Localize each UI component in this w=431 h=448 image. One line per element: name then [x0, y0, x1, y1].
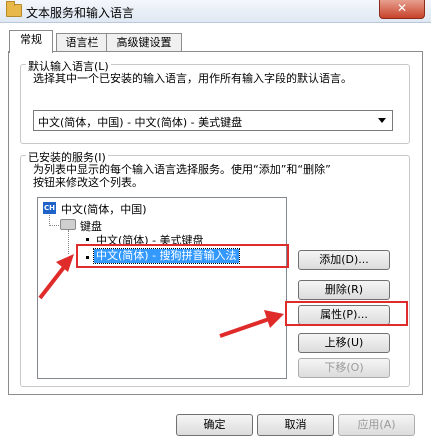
close-button[interactable]: ✕ — [379, 0, 425, 19]
add-button[interactable]: 添加(D)... — [298, 250, 390, 270]
default-language-description: 选择其中一个已安装的输入语言，用作所有输入字段的默认语言。 — [33, 72, 352, 85]
move-down-button[interactable]: 下移(O) — [298, 358, 390, 378]
window-title: 文本服务和输入语言 — [26, 6, 135, 20]
bullet-icon — [86, 238, 89, 241]
highlight-box-properties — [285, 301, 408, 326]
tab-advanced-key-settings[interactable]: 高级键设置 — [106, 33, 182, 52]
keyboard-icon — [60, 219, 76, 230]
highlight-box-selected-item — [76, 244, 289, 268]
tree-connector — [49, 225, 59, 227]
language-badge-icon: CH — [43, 202, 56, 214]
title-bar: 文本服务和输入语言 ✕ — [0, 0, 431, 23]
red-arrow-icon — [219, 310, 284, 338]
red-arrow-icon — [38, 254, 74, 300]
ok-button[interactable]: 确定 — [176, 414, 253, 436]
tab-language-bar[interactable]: 语言栏 — [56, 33, 108, 52]
apply-button[interactable]: 应用(A) — [338, 414, 415, 436]
default-language-select[interactable]: 中文(简体，中国) - 中文(简体) - 美式键盘 — [33, 110, 393, 131]
default-language-value: 中文(简体，中国) - 中文(简体) - 美式键盘 — [38, 116, 243, 129]
folder-icon — [6, 1, 22, 17]
installed-services-description-2: 按钮来修改这个列表。 — [33, 176, 143, 189]
chevron-down-icon[interactable] — [378, 118, 386, 123]
tree-language-node[interactable]: 中文(简体，中国) — [61, 201, 147, 217]
remove-button[interactable]: 删除(R) — [298, 280, 390, 300]
tab-general[interactable]: 常规 — [9, 30, 53, 53]
cancel-button[interactable]: 取消 — [257, 414, 334, 436]
move-up-button[interactable]: 上移(U) — [298, 333, 390, 353]
installed-services-description-1: 为列表中显示的每个输入语言选择服务。使用“添加”和“删除” — [33, 163, 331, 176]
